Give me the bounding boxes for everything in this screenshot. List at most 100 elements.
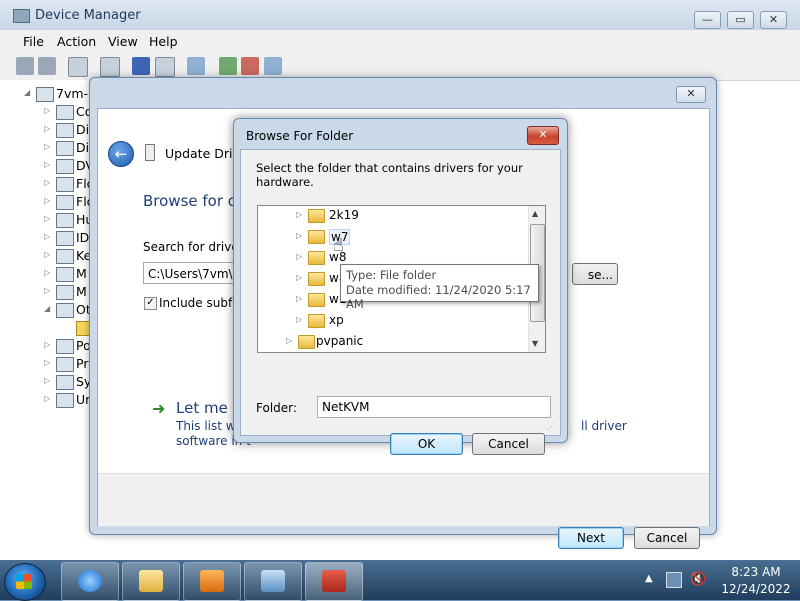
- menu-bar: File Action View Help: [0, 30, 800, 52]
- toolbox-icon: [322, 570, 346, 592]
- folder-input[interactable]: NetKVM: [317, 396, 551, 418]
- expand-icon[interactable]: ▷: [44, 286, 50, 295]
- taskbar-control-panel[interactable]: [244, 562, 302, 601]
- explorer-folder-icon: [139, 570, 163, 592]
- expand-icon[interactable]: ▷: [44, 106, 50, 115]
- expand-icon[interactable]: ▷: [44, 250, 50, 259]
- scroll-down-icon[interactable]: ▼: [532, 339, 538, 348]
- ok-button[interactable]: OK: [390, 433, 463, 455]
- expand-icon[interactable]: ▷: [44, 358, 50, 367]
- tooltip-type: Type: File folder: [346, 268, 437, 282]
- device-tree: ◢ 7vm- ▷ Co ▷ Di ▷ Di ▷ DV ▷ Flo ▷ Flo ▷ Hu ▷ ID…: [0, 80, 100, 560]
- back-icon[interactable]: [16, 57, 34, 75]
- wizard-footer: Next Cancel: [98, 473, 709, 549]
- device-icon: [56, 177, 74, 192]
- dialog-cancel-button[interactable]: Cancel: [472, 433, 545, 455]
- close-button[interactable]: ✕: [760, 11, 787, 29]
- expand-icon[interactable]: ▷: [44, 394, 50, 403]
- device-icon: [56, 249, 74, 264]
- control-panel-icon: [261, 570, 285, 592]
- expand-icon[interactable]: ▷: [44, 160, 50, 169]
- usb-device-icon: [145, 144, 155, 161]
- forward-icon[interactable]: [38, 57, 56, 75]
- properties-icon[interactable]: [68, 57, 88, 77]
- dialog-title: Browse For Folder: [246, 129, 354, 143]
- collapse-icon[interactable]: ◢: [44, 304, 50, 313]
- wizard-close-button[interactable]: ✕: [676, 86, 706, 103]
- back-arrow-icon[interactable]: ←: [108, 141, 134, 167]
- dialog-close-button[interactable]: ✕: [527, 126, 559, 145]
- folder-icon: [298, 335, 315, 349]
- device-icon: [56, 195, 74, 210]
- pick-description: ll driver: [581, 419, 627, 433]
- disable-icon[interactable]: [264, 57, 282, 75]
- scroll-up-icon[interactable]: ▲: [532, 209, 538, 218]
- expand-icon[interactable]: ▷: [44, 232, 50, 241]
- start-button[interactable]: [4, 563, 46, 601]
- folder-icon: [308, 209, 325, 223]
- scan-hardware-icon[interactable]: [187, 57, 205, 75]
- expand-icon[interactable]: ▷: [296, 315, 302, 324]
- expand-icon[interactable]: ▷: [286, 336, 292, 345]
- media-player-icon: [200, 570, 224, 592]
- expand-icon[interactable]: ▷: [296, 252, 302, 261]
- expand-icon[interactable]: ▷: [44, 340, 50, 349]
- device-icon: [56, 105, 74, 120]
- update-driver-icon[interactable]: [219, 57, 237, 75]
- folder-label: Folder:: [256, 401, 297, 415]
- expand-icon[interactable]: ▷: [296, 231, 302, 240]
- resize-grip-icon[interactable]: ⋰: [547, 422, 557, 432]
- device-icon: [56, 393, 74, 408]
- expand-icon[interactable]: ▷: [296, 294, 302, 303]
- help-icon[interactable]: [132, 57, 150, 75]
- device-icon: [56, 123, 74, 138]
- expand-icon[interactable]: ▷: [296, 273, 302, 282]
- network-icon[interactable]: [666, 572, 682, 588]
- next-button[interactable]: Next: [558, 527, 624, 549]
- title-bar[interactable]: Device Manager — ▭ ✕: [0, 0, 800, 30]
- expand-icon[interactable]: ▷: [44, 124, 50, 133]
- computer-icon: [36, 87, 54, 102]
- clock-time[interactable]: 8:23 AM: [716, 565, 796, 579]
- windows-logo-icon: [16, 574, 32, 589]
- expand-icon[interactable]: ▷: [296, 210, 302, 219]
- taskbar-device-manager[interactable]: [305, 562, 363, 601]
- maximize-button[interactable]: ▭: [727, 11, 754, 29]
- device-icon: [56, 339, 74, 354]
- device-icon: [56, 375, 74, 390]
- device-icon: [56, 285, 74, 300]
- action-pane-icon[interactable]: [155, 57, 175, 77]
- taskbar-explorer[interactable]: [122, 562, 180, 601]
- menu-file[interactable]: File: [23, 34, 44, 49]
- expand-icon[interactable]: ▷: [44, 376, 50, 385]
- expand-icon[interactable]: ▷: [44, 196, 50, 205]
- volume-muted-icon[interactable]: 🔇: [690, 572, 706, 587]
- include-subfolders-checkbox[interactable]: ✓: [144, 297, 157, 310]
- folder-icon: [308, 272, 325, 286]
- tree-root[interactable]: ◢ 7vm-: [24, 85, 88, 103]
- folder-tooltip: Type: File folder Date modified: 11/24/2…: [340, 264, 539, 311]
- wizard-cancel-button[interactable]: Cancel: [634, 527, 700, 549]
- expand-icon[interactable]: ▷: [44, 178, 50, 187]
- menu-help[interactable]: Help: [149, 34, 178, 49]
- show-hidden-icons[interactable]: ▲: [645, 573, 653, 584]
- show-hide-icon[interactable]: [100, 57, 120, 77]
- expand-icon[interactable]: ▷: [44, 214, 50, 223]
- device-icon: [56, 357, 74, 372]
- device-manager-icon: [13, 9, 30, 23]
- collapse-icon[interactable]: ◢: [24, 88, 30, 97]
- browse-button[interactable]: se...: [572, 263, 618, 285]
- menu-action[interactable]: Action: [57, 34, 96, 49]
- folder-icon: [308, 293, 325, 307]
- device-icon: [56, 159, 74, 174]
- clock-date[interactable]: 12/24/2022: [716, 582, 796, 596]
- uninstall-icon[interactable]: [241, 57, 259, 75]
- taskbar-ie[interactable]: [61, 562, 119, 601]
- expand-icon[interactable]: ▷: [44, 142, 50, 151]
- hand-cursor-icon: ☝: [333, 235, 344, 256]
- taskbar-media-player[interactable]: [183, 562, 241, 601]
- device-icon: [56, 267, 74, 282]
- expand-icon[interactable]: ▷: [44, 268, 50, 277]
- minimize-button[interactable]: —: [694, 11, 721, 29]
- menu-view[interactable]: View: [108, 34, 138, 49]
